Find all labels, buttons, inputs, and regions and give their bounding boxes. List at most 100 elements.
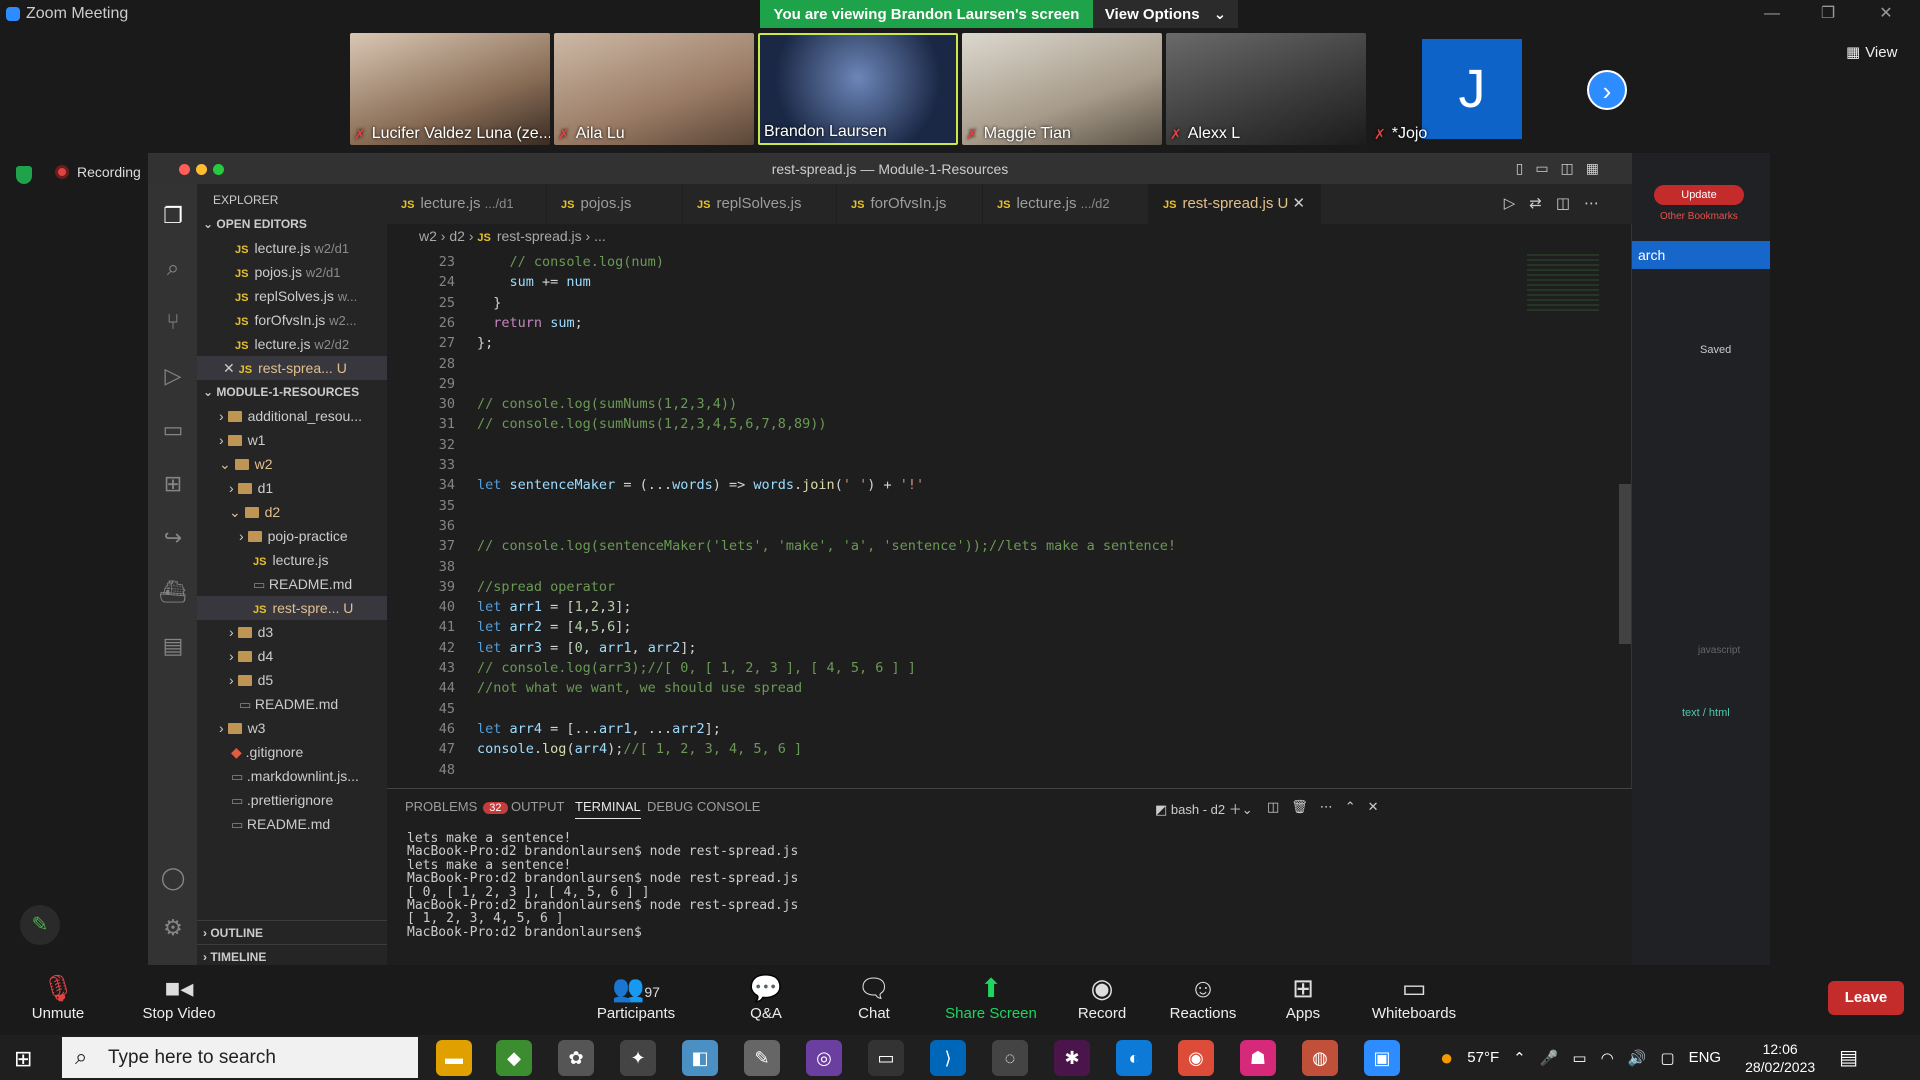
microphone-icon[interactable]: 🎤 (1540, 1049, 1559, 1067)
tab-output[interactable]: OUTPUT (511, 799, 564, 814)
breadcrumb-item[interactable]: ... (594, 228, 606, 244)
breadcrumb-item[interactable]: d2 (449, 228, 465, 244)
terminal-icon[interactable]: ▭ (868, 1040, 904, 1076)
maximize-window-icon[interactable] (213, 164, 224, 175)
chrome-icon[interactable]: ◉ (1178, 1040, 1214, 1076)
app-icon[interactable]: ◌ (992, 1040, 1028, 1076)
notifications-icon[interactable]: ▤ (1839, 1045, 1858, 1070)
language-indicator[interactable]: ENG (1689, 1049, 1722, 1066)
tree-folder[interactable]: › w1 (197, 428, 387, 452)
minimize-icon[interactable]: — (1752, 2, 1792, 26)
explorer-icon[interactable]: ❐ (149, 192, 197, 240)
breadcrumb-item[interactable]: w2 (419, 228, 437, 244)
docker-icon[interactable]: ⛴ (149, 568, 197, 616)
open-editor-item[interactable]: JS forOfvsIn.js w2... (197, 308, 387, 332)
app-icon[interactable]: ✦ (620, 1040, 656, 1076)
clock[interactable]: 12:06 28/02/2023 (1745, 1040, 1815, 1076)
extensions-icon[interactable]: ⊞ (149, 460, 197, 508)
source-control-icon[interactable]: ⑂ (149, 298, 197, 346)
tree-file[interactable]: ▭ README.md (197, 812, 387, 836)
tab-pojos[interactable]: JS pojos.js (547, 184, 683, 224)
share-screen-button[interactable]: ⬆ Share Screen (944, 971, 1038, 1022)
shield-icon[interactable] (16, 166, 32, 184)
open-editor-item[interactable]: JS lecture.js w2/d2 (197, 332, 387, 356)
app-icon[interactable]: ◍ (1302, 1040, 1338, 1076)
participants-button[interactable]: 👥97 Participants (592, 971, 680, 1022)
remote-explorer-icon[interactable]: ▭ (149, 406, 197, 454)
editor-actions-icons[interactable]: ▷⇄◫⋯ (1504, 194, 1613, 212)
layout-toggle-icons[interactable]: ▯▭◫▦ (1516, 160, 1611, 177)
tree-folder[interactable]: › w3 (197, 716, 387, 740)
open-editors-header[interactable]: ⌄ OPEN EDITORS (197, 212, 387, 236)
outline-header[interactable]: › OUTLINE (197, 920, 387, 944)
app-icon[interactable]: ◧ (682, 1040, 718, 1076)
app-icon[interactable]: ◆ (496, 1040, 532, 1076)
notebook-icon[interactable]: ▤ (149, 622, 197, 670)
tab-forofvsin[interactable]: JS forOfvsIn.js (837, 184, 983, 224)
gear-icon[interactable]: ⚙ (149, 904, 197, 952)
edge-icon[interactable]: ◐ (1116, 1040, 1152, 1076)
stop-video-button[interactable]: ■◂ Stop Video (134, 971, 224, 1022)
paint-icon[interactable]: ✿ (558, 1040, 594, 1076)
open-editor-item[interactable]: JS lecture.js w2/d1 (197, 236, 387, 260)
tree-folder[interactable]: › d5 (197, 668, 387, 692)
tab-rest-spread[interactable]: JS rest-spread.js U ✕ (1149, 184, 1321, 224)
taskbar-search-input[interactable]: Type here to search (62, 1037, 418, 1078)
video-tile[interactable]: ✗ Lucifer Valdez Luna (ze... (350, 33, 550, 145)
account-icon[interactable]: ◯ (149, 854, 197, 902)
bookmarks-label[interactable]: Other Bookmarks (1660, 211, 1738, 222)
close-tab-icon[interactable]: ✕ (1293, 195, 1306, 212)
tree-file-active[interactable]: JS rest-spre... U (197, 596, 387, 620)
apps-button[interactable]: ⊞ Apps (1284, 971, 1322, 1022)
add-terminal-icon[interactable]: ＋⌄ (1229, 802, 1253, 817)
file-explorer-icon[interactable]: ▬ (436, 1040, 472, 1076)
open-editor-item[interactable]: JS replSolves.js w... (197, 284, 387, 308)
search-icon[interactable]: ⌕ (149, 244, 197, 292)
notepad-icon[interactable]: ✎ (744, 1040, 780, 1076)
leave-button[interactable]: Leave (1828, 981, 1904, 1015)
record-button[interactable]: ◉ Record (1076, 971, 1128, 1022)
video-tile[interactable]: ✗ Aila Lu (554, 33, 754, 145)
video-tile[interactable]: ✗ Alexx L (1166, 33, 1366, 145)
tree-file[interactable]: ◆ .gitignore (197, 740, 387, 764)
terminal[interactable]: lets make a sentence! MacBook-Pro:d2 bran… (387, 827, 1633, 967)
battery-icon[interactable]: ▭ (1572, 1049, 1586, 1067)
editor-scrollbar[interactable] (1619, 484, 1631, 644)
whiteboards-button[interactable]: ▭ Whiteboards (1368, 971, 1460, 1022)
reactions-button[interactable]: ☺ Reactions (1168, 971, 1238, 1022)
video-tile-active-speaker[interactable]: Brandon Laursen (758, 33, 958, 145)
open-editor-item[interactable]: JS pojos.js w2/d1 (197, 260, 387, 284)
tree-folder[interactable]: › additional_resou... (197, 404, 387, 428)
search-fragment[interactable]: arch (1632, 241, 1770, 269)
tree-file[interactable]: ▭ .prettierignore (197, 788, 387, 812)
qa-button[interactable]: 💬 Q&A (746, 971, 786, 1022)
update-button[interactable]: Update (1654, 185, 1744, 205)
tree-folder[interactable]: › pojo-practice (197, 524, 387, 548)
tree-folder[interactable]: › d1 (197, 476, 387, 500)
minimap[interactable] (1527, 254, 1599, 314)
tree-file[interactable]: ▭ README.md (197, 572, 387, 596)
project-header[interactable]: ⌄ MODULE-1-RESOURCES (197, 380, 387, 404)
tree-file[interactable]: ▭ .markdownlint.js... (197, 764, 387, 788)
run-debug-icon[interactable]: ▷ (149, 352, 197, 400)
unmute-button[interactable]: 🎙 Unmute (28, 971, 88, 1022)
tab-debug-console[interactable]: DEBUG CONSOLE (647, 799, 760, 814)
annotate-pencil-icon[interactable]: ✎ (20, 905, 60, 945)
video-tile[interactable]: ✗ Maggie Tian (962, 33, 1162, 145)
tab-lecture-d1[interactable]: JS lecture.js .../d1 (387, 184, 547, 224)
minimize-window-icon[interactable] (196, 164, 207, 175)
volume-icon[interactable]: 🔊 (1628, 1049, 1647, 1067)
view-options-button[interactable]: View Options ⌄ (1093, 0, 1238, 28)
tab-lecture-d2[interactable]: JS lecture.js .../d2 (983, 184, 1149, 224)
tree-folder[interactable]: › d4 (197, 644, 387, 668)
app-icon[interactable]: ◎ (806, 1040, 842, 1076)
breadcrumb-item[interactable]: rest-spread.js (497, 228, 582, 244)
vscode-icon[interactable]: ⟩ (930, 1040, 966, 1076)
tab-replsolves[interactable]: JS replSolves.js (683, 184, 837, 224)
terminal-selector[interactable]: ◩ bash - d2 ＋⌄ (1155, 799, 1253, 818)
network-icon[interactable]: ◠ (1601, 1049, 1614, 1067)
tab-problems[interactable]: PROBLEMS 32 (405, 799, 508, 814)
view-button[interactable]: ▦ View (1846, 40, 1908, 64)
zoom-taskbar-icon[interactable]: ▣ (1364, 1040, 1400, 1076)
live-share-icon[interactable]: ↪ (149, 514, 197, 562)
